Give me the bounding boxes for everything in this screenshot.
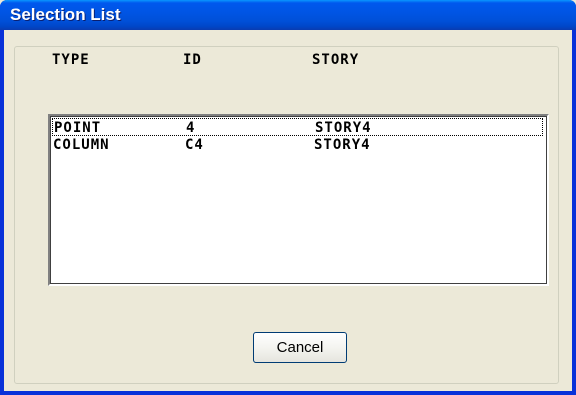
row-story: STORY4 (314, 137, 371, 153)
row-type: POINT (54, 120, 102, 136)
selection-listbox[interactable]: POINT 4 STORY4 COLUMN C4 STORY4 (48, 114, 549, 286)
row-story: STORY4 (315, 120, 372, 136)
list-item[interactable]: POINT 4 STORY4 (52, 118, 543, 136)
row-type: COLUMN (53, 137, 110, 153)
column-header-type: TYPE (52, 52, 90, 68)
row-id: 4 (186, 120, 196, 136)
column-header-id: ID (183, 52, 202, 68)
row-id: C4 (185, 137, 204, 153)
title-bar[interactable]: Selection List (0, 0, 576, 30)
column-header-story: STORY (312, 52, 360, 68)
cancel-button[interactable]: Cancel (253, 332, 347, 363)
selection-list-dialog: Selection List TYPE ID STORY POINT 4 STO… (0, 0, 576, 395)
window-title: Selection List (10, 5, 121, 24)
list-item[interactable]: COLUMN C4 STORY4 (52, 136, 543, 154)
